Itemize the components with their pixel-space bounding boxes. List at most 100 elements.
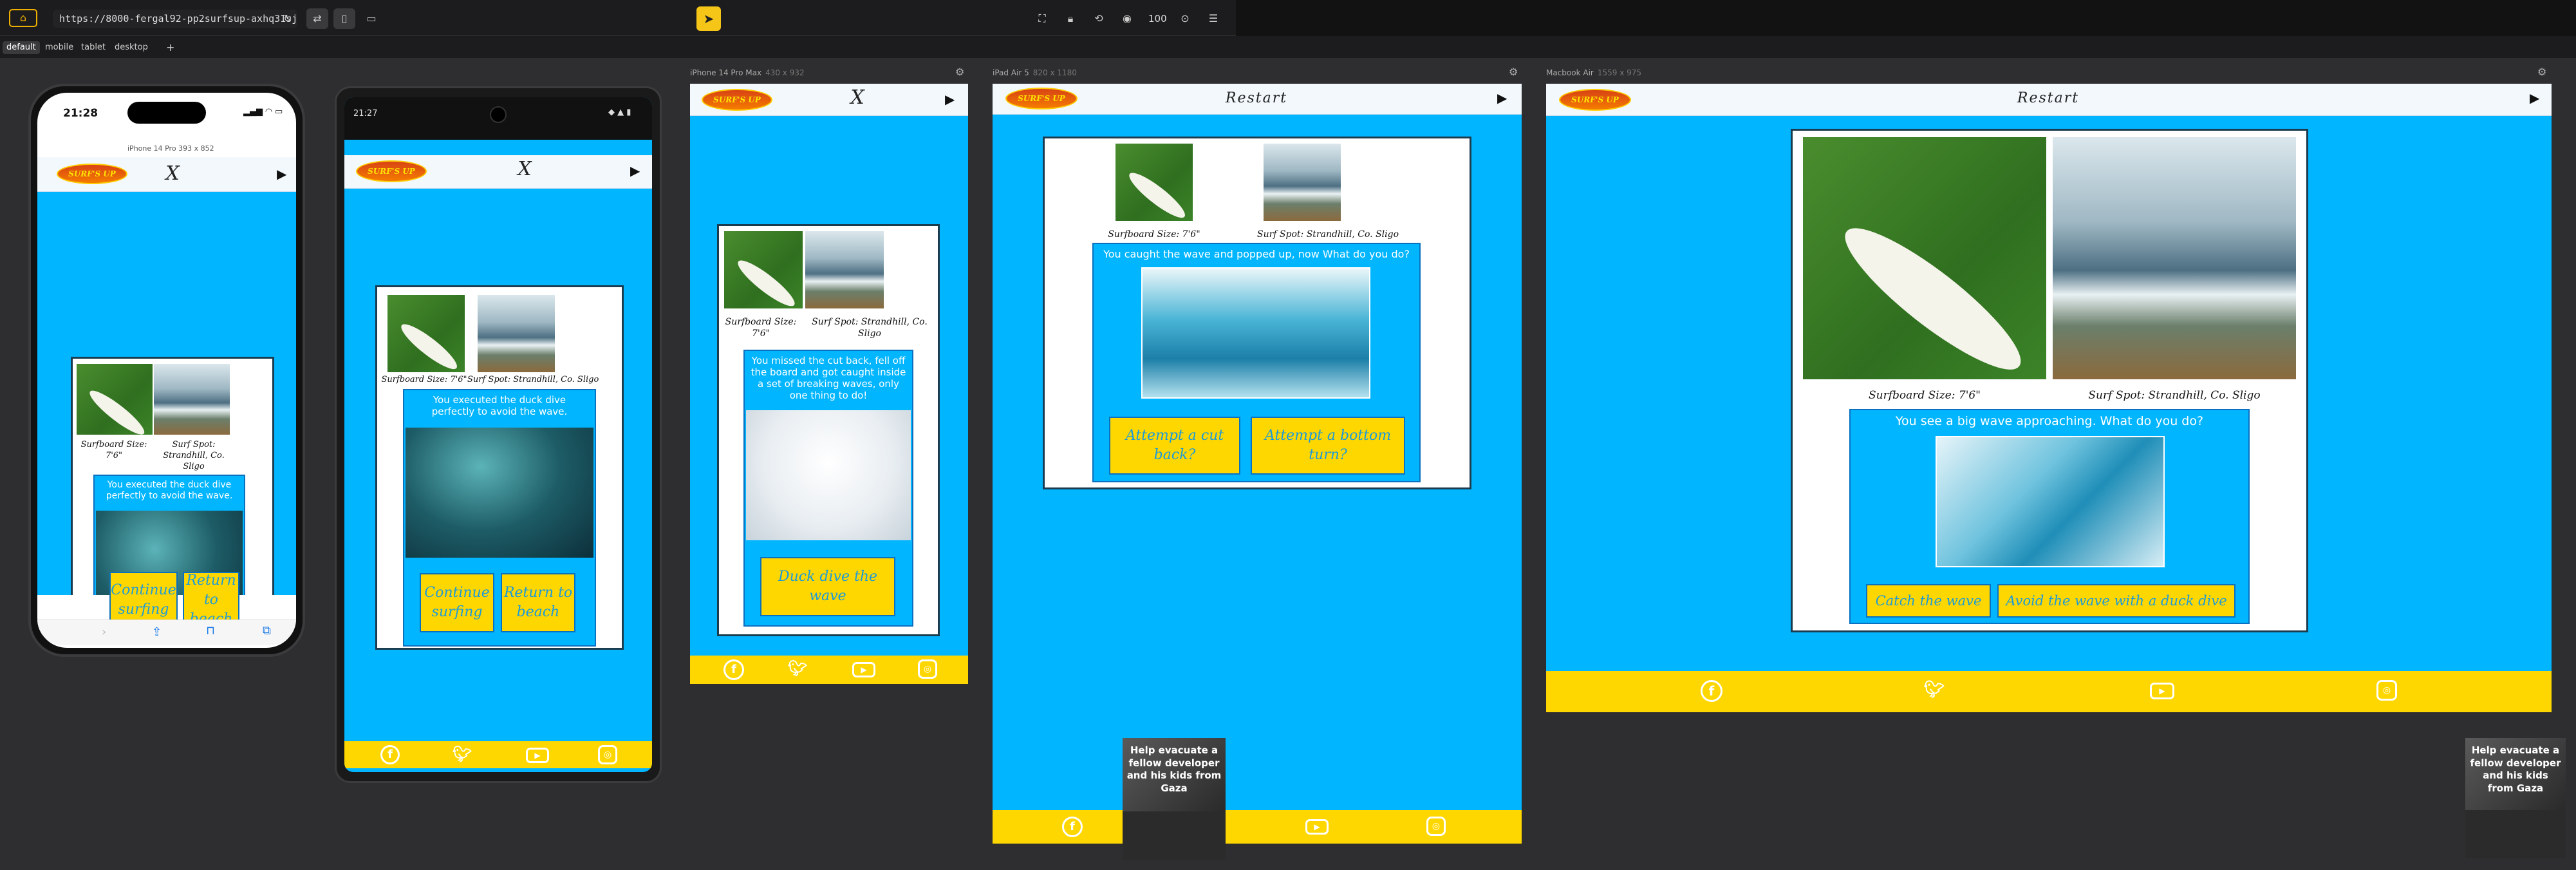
brand-logo[interactable]: SURF'S UP xyxy=(702,89,772,111)
surfboard-caption: Surfboard Size: 7'6" xyxy=(725,317,797,339)
surfspot-caption: Surf Spot: Strandhill, Co. Sligo xyxy=(2088,389,2261,402)
scenario-panel: You executed the duck dive perfectly to … xyxy=(403,389,596,647)
android-screen: 21:27 ◆ ▲ ▮ SURF'S UP X ▶ Surfboard Size… xyxy=(344,97,652,772)
app-header: SURF'S UP Restart ▶ xyxy=(993,84,1522,115)
lock-icon[interactable]: 🔒︎ xyxy=(1059,8,1081,29)
duck-dive-avoid-button[interactable]: Avoid the wave with a duck dive xyxy=(1997,584,2235,618)
deploy-rocket-button[interactable]: ➤ xyxy=(696,6,721,31)
surfspot-caption: Surf Spot: Strandhill, Co. Sligo xyxy=(467,375,599,384)
bookmarks-icon[interactable]: ⊓ xyxy=(206,624,215,638)
return-to-beach-button[interactable]: Return to beach xyxy=(501,573,575,632)
camera-icon[interactable]: ◉ xyxy=(1116,8,1138,29)
tabs-icon[interactable]: ⧉ xyxy=(263,624,271,638)
facebook-icon[interactable]: f xyxy=(1701,680,1722,702)
audio-play-icon[interactable]: ▶ xyxy=(630,163,640,178)
youtube-icon[interactable]: ▶ xyxy=(526,748,549,763)
instagram-icon[interactable]: ◎ xyxy=(598,745,617,764)
gear-icon[interactable]: ⚙ xyxy=(955,66,964,78)
rotate-icon[interactable]: ⟲ xyxy=(1088,8,1110,29)
wipeout-image xyxy=(746,410,911,540)
game-card: Surfboard Size: 7'6" Surf Spot: Strandhi… xyxy=(375,285,624,650)
page-title: Restart xyxy=(1225,90,1288,106)
facebook-icon[interactable]: f xyxy=(723,659,744,680)
approaching-wave-image xyxy=(1936,436,2165,567)
site-footer: f 🐦︎ ▶ ◎ xyxy=(1546,671,2552,712)
youtube-icon[interactable]: ▶ xyxy=(1305,819,1329,835)
facebook-icon[interactable]: f xyxy=(380,745,400,764)
app-header: SURF'S UP X ▶ xyxy=(344,155,652,189)
android-statusbar: 21:27 ◆ ▲ ▮ xyxy=(344,97,652,140)
android-frame: 21:27 ◆ ▲ ▮ SURF'S UP X ▶ Surfboard Size… xyxy=(335,86,662,783)
charity-ad-popup[interactable]: Help evacuate a fellow developer and his… xyxy=(1123,738,1226,860)
game-card: Surfboard Size: 7'6" Surf Spot: Strandhi… xyxy=(1791,129,2308,632)
forward-icon[interactable]: › xyxy=(102,625,106,639)
app-header: SURF'S UP Restart ▶ xyxy=(1546,84,2552,116)
reload-icon[interactable]: ↻ xyxy=(277,8,299,29)
audio-play-icon[interactable]: ▶ xyxy=(945,91,955,107)
gear-icon[interactable]: ⚙ xyxy=(2537,66,2546,78)
surfspot-image xyxy=(805,231,884,308)
tab-mobile[interactable]: mobile xyxy=(41,41,77,54)
share-icon[interactable]: ⇪ xyxy=(152,625,162,639)
bottom-turn-button[interactable]: Attempt a bottom turn? xyxy=(1251,417,1405,475)
device-label: iPad Air 5 820 x 1180 xyxy=(993,68,1077,77)
brand-logo[interactable]: SURF'S UP xyxy=(57,164,127,184)
instagram-icon[interactable]: ◎ xyxy=(918,659,937,679)
status-time: 21:28 xyxy=(63,107,98,120)
status-icons: ▂▄▆ ◠ ▭ xyxy=(243,107,283,117)
duck-dive-button[interactable]: Duck dive the wave xyxy=(760,557,895,616)
screenshot-icon[interactable]: ⛶ xyxy=(1031,8,1053,29)
youtube-icon[interactable]: ▶ xyxy=(852,662,875,677)
iphone14promax-screen: SURF'S UP X ▶ Surfboard Size: 7'6" Surf … xyxy=(690,84,968,684)
twitter-icon[interactable]: 🐦︎ xyxy=(1923,680,1945,699)
status-time: 21:27 xyxy=(353,109,378,118)
twitter-icon[interactable]: 🐦︎ xyxy=(451,745,473,763)
surfboard-caption: Surfboard Size: 7'6" xyxy=(381,375,467,384)
mobile-icon[interactable]: ▯ xyxy=(333,8,355,29)
settings-circle-icon[interactable]: ⊙ xyxy=(1174,8,1196,29)
menu-icon[interactable]: ☰ xyxy=(1202,8,1224,29)
scenario-text: You missed the cut back, fell off the bo… xyxy=(751,355,906,401)
iphone14pro-frame: 21:28 ▂▄▆ ◠ ▭ iPhone 14 Pro 393 x 852 SU… xyxy=(28,84,305,657)
cut-back-button[interactable]: Attempt a cut back? xyxy=(1109,417,1240,475)
instagram-icon[interactable]: ◎ xyxy=(2376,680,2397,701)
surfboard-image xyxy=(77,364,153,435)
brand-logo[interactable]: SURF'S UP xyxy=(356,160,427,182)
tab-default[interactable]: default xyxy=(3,41,40,54)
url-bar[interactable]: https://8000-fergal92-pp2surfsup-axhq31s… xyxy=(53,10,297,28)
twitter-icon[interactable]: 🐦︎ xyxy=(787,659,808,677)
charity-ad-popup[interactable]: Help evacuate a fellow developer and his… xyxy=(2465,738,2566,858)
camera-cutout xyxy=(490,106,507,123)
surfboard-caption: Surfboard Size: 7'6" xyxy=(1868,389,1981,402)
continue-surfing-button[interactable]: Continue surfing xyxy=(420,573,494,632)
facebook-icon[interactable]: f xyxy=(1062,817,1083,837)
catch-wave-button[interactable]: Catch the wave xyxy=(1866,584,1991,618)
page-title: Restart xyxy=(2017,90,2080,106)
app-header: SURF'S UP X ▶ xyxy=(690,84,968,116)
surfboard-image xyxy=(724,231,803,308)
add-tab-button[interactable]: + xyxy=(162,41,178,54)
duck-dive-image xyxy=(406,428,593,558)
instagram-icon[interactable]: ◎ xyxy=(1426,817,1446,836)
device-label: iPhone 14 Pro 393 x 852 xyxy=(127,144,214,153)
surfboard-caption: Surfboard Size: 7'6" xyxy=(1108,229,1200,240)
site-footer: f 🐦︎ ▶ ◎ xyxy=(690,656,968,684)
brand-logo[interactable]: SURF'S UP xyxy=(1005,88,1078,109)
tab-desktop[interactable]: desktop xyxy=(111,41,152,54)
iphone14pro-screen: 21:28 ▂▄▆ ◠ ▭ iPhone 14 Pro 393 x 852 SU… xyxy=(37,93,296,648)
app-logo-icon[interactable]: ⌂ xyxy=(9,9,37,27)
game-card: Surfboard Size: 7'6" Surf Spot: Strandhi… xyxy=(1043,137,1471,489)
audio-play-icon[interactable]: ▶ xyxy=(2530,90,2539,106)
ipad-screen: SURF'S UP Restart ▶ Surfboard Size: 7'6"… xyxy=(993,84,1522,844)
tab-tablet[interactable]: tablet xyxy=(77,41,109,54)
brand-logo[interactable]: SURF'S UP xyxy=(1559,89,1631,111)
audio-play-icon[interactable]: ▶ xyxy=(277,166,286,182)
link-toggle-icon[interactable]: ⇄ xyxy=(306,8,328,29)
surfboard-caption: Surfboard Size: 7'6" xyxy=(80,440,147,460)
devices-icon[interactable]: ▭ xyxy=(360,8,382,29)
gear-icon[interactable]: ⚙ xyxy=(1509,66,1518,78)
surfer-popup-image xyxy=(1141,267,1370,399)
zoom-level[interactable]: 100 xyxy=(1148,8,1167,29)
audio-play-icon[interactable]: ▶ xyxy=(1497,90,1507,106)
youtube-icon[interactable]: ▶ xyxy=(2150,683,2174,699)
